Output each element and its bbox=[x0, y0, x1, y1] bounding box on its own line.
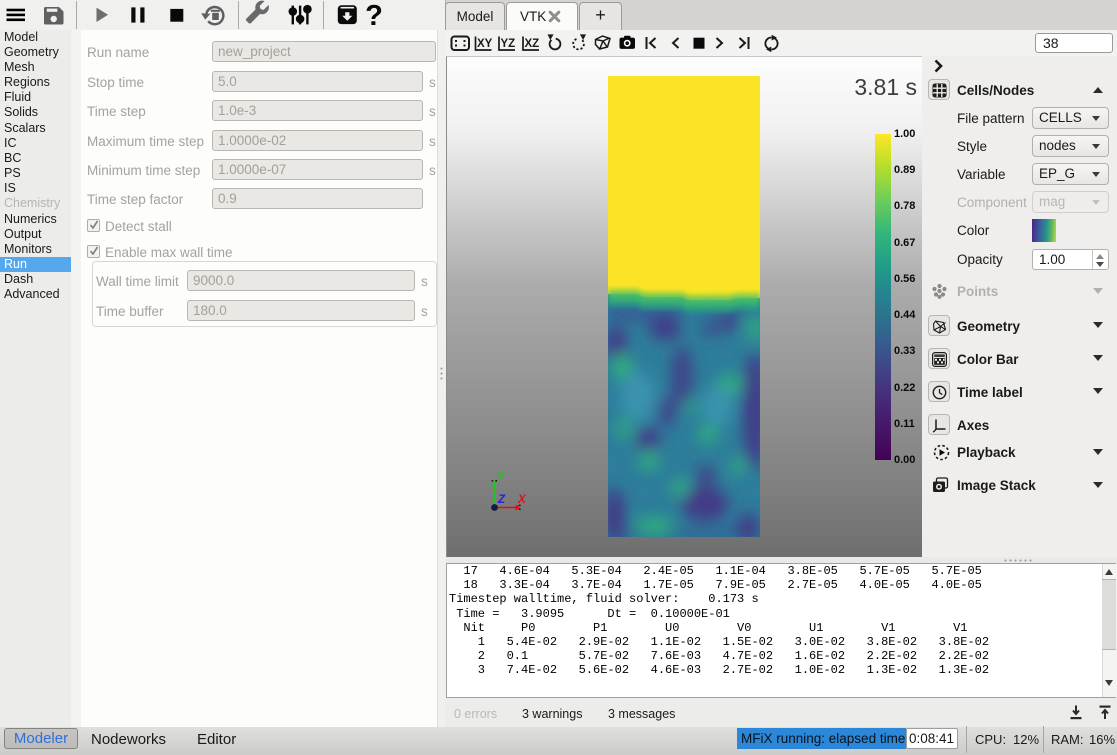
svg-text:XZ: XZ bbox=[525, 38, 540, 50]
svg-text:Y: Y bbox=[497, 471, 506, 483]
svg-text:?: ? bbox=[365, 0, 383, 30]
svg-text:YZ: YZ bbox=[501, 38, 516, 50]
svg-text:XY: XY bbox=[477, 38, 493, 50]
svg-text:Z: Z bbox=[497, 494, 506, 506]
svg-text:X: X bbox=[517, 494, 527, 506]
